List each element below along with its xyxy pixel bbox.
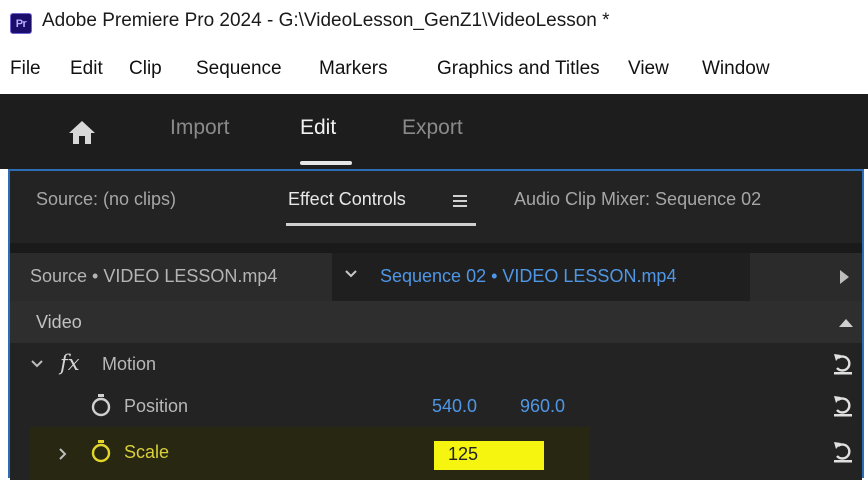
menu-bar: File Edit Clip Sequence Markers Graphics… — [0, 44, 868, 94]
tab-effect-controls[interactable]: Effect Controls — [288, 189, 406, 210]
menu-edit[interactable]: Edit — [70, 58, 103, 80]
tab-edit[interactable]: Edit — [300, 116, 336, 140]
reset-icon[interactable] — [832, 394, 854, 418]
reset-icon[interactable] — [832, 440, 854, 464]
stopwatch-icon[interactable] — [90, 393, 112, 417]
tab-source[interactable]: Source: (no clips) — [36, 189, 176, 210]
chevron-down-icon[interactable] — [344, 267, 358, 281]
scale-property-row: Scale 125 — [10, 427, 862, 480]
chevron-right-icon[interactable] — [56, 447, 70, 461]
position-x-value[interactable]: 540.0 — [432, 396, 477, 417]
menu-markers[interactable]: Markers — [319, 58, 388, 80]
menu-file[interactable]: File — [10, 58, 41, 80]
position-y-value[interactable]: 960.0 — [520, 396, 565, 417]
source-clip-label[interactable]: Source • VIDEO LESSON.mp4 — [30, 266, 277, 287]
position-label: Position — [124, 396, 189, 416]
title-bar: Pr Adobe Premiere Pro 2024 - G:\VideoLes… — [0, 0, 868, 44]
sequence-clip-selector[interactable]: Sequence 02 • VIDEO LESSON.mp4 — [332, 253, 750, 301]
fx-icon[interactable]: fx — [60, 351, 80, 375]
menu-graphics-and-titles[interactable]: Graphics and Titles — [437, 58, 600, 80]
menu-window[interactable]: Window — [702, 58, 770, 80]
sequence-clip-label[interactable]: Sequence 02 • VIDEO LESSON.mp4 — [380, 266, 676, 287]
stopwatch-icon[interactable] — [90, 439, 112, 463]
menu-sequence[interactable]: Sequence — [196, 58, 282, 80]
clip-selector-bar: Source • VIDEO LESSON.mp4 Sequence 02 • … — [10, 253, 862, 301]
premiere-pro-logo-icon: Pr — [10, 13, 32, 34]
tab-audio-clip-mixer[interactable]: Audio Clip Mixer: Sequence 02 — [514, 189, 761, 210]
window-title: Adobe Premiere Pro 2024 - G:\VideoLesson… — [42, 10, 610, 31]
home-icon[interactable] — [68, 119, 96, 145]
video-section-header: Video — [10, 301, 862, 343]
motion-label: Motion — [102, 354, 157, 374]
active-panel-tab-indicator — [286, 223, 476, 226]
chevron-down-icon[interactable] — [30, 357, 44, 371]
position-property-row: Position 540.0 960.0 — [10, 385, 862, 427]
effect-controls-panel: Source: (no clips) Effect Controls Audio… — [8, 169, 864, 480]
active-tab-indicator — [300, 161, 352, 165]
panel-divider — [10, 243, 862, 253]
scale-value[interactable]: 125 — [448, 444, 478, 465]
reset-icon[interactable] — [832, 352, 854, 376]
tab-export[interactable]: Export — [402, 116, 463, 140]
menu-view[interactable]: View — [628, 58, 669, 80]
tab-import[interactable]: Import — [170, 116, 230, 140]
scroll-up-icon[interactable] — [839, 319, 853, 327]
scale-label: Scale — [124, 442, 170, 462]
motion-effect-row: fx Motion — [10, 343, 862, 385]
play-triangle-icon[interactable] — [840, 270, 849, 284]
hamburger-menu-icon[interactable] — [453, 195, 467, 207]
workspace-bar: Import Edit Export — [0, 94, 868, 169]
menu-clip[interactable]: Clip — [129, 58, 162, 80]
video-section-label: Video — [36, 312, 82, 332]
scale-value-field[interactable]: 125 — [434, 441, 544, 470]
